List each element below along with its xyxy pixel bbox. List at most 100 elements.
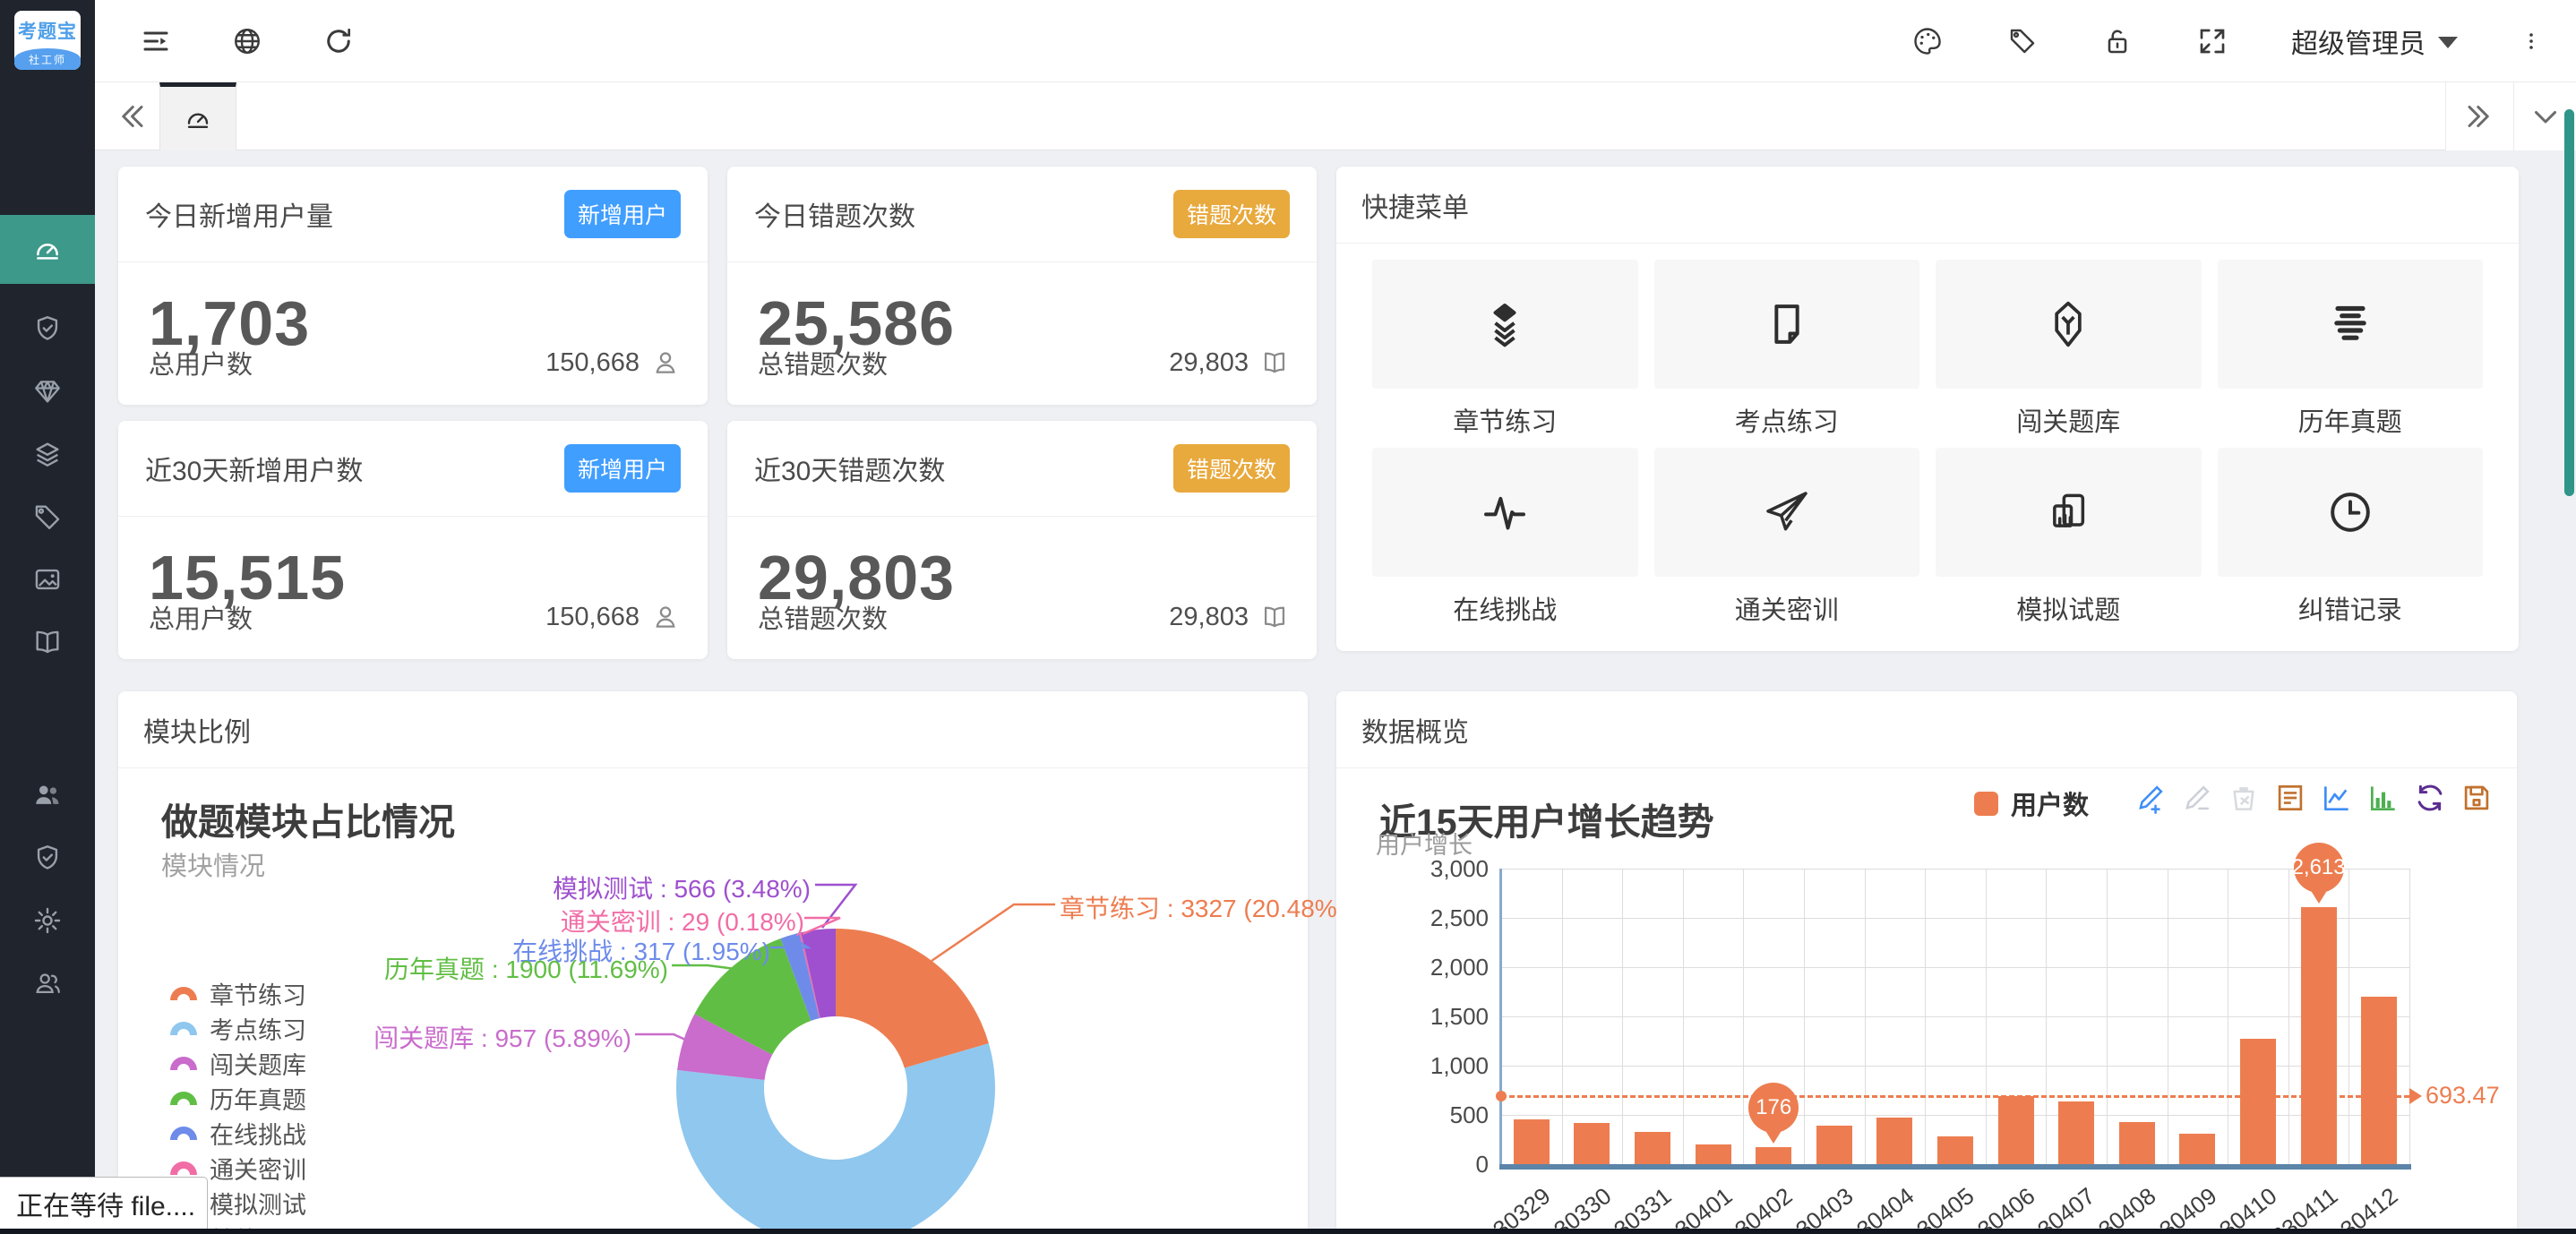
logo-title: 考题宝 bbox=[14, 17, 81, 44]
bar-20230410[interactable] bbox=[2240, 1039, 2276, 1164]
text-lines-icon bbox=[2325, 299, 2375, 349]
bar-20230405[interactable] bbox=[1937, 1136, 1973, 1164]
x-axis-tick-label: 20230329 bbox=[1426, 1182, 1556, 1234]
stat-footer-label: 总用户数 bbox=[149, 598, 253, 636]
globe-icon[interactable] bbox=[231, 25, 263, 57]
book-icon bbox=[32, 627, 63, 657]
quick-menu-grid: 章节练习 考点练习 闯关题库 历年真题 在线挑战 bbox=[1372, 260, 2483, 636]
page-scrollbar-thumb[interactable] bbox=[2564, 109, 2574, 496]
sidebar-item-tag[interactable] bbox=[0, 485, 95, 548]
gem-icon bbox=[32, 376, 63, 407]
quick-item-past-papers[interactable]: 历年真题 bbox=[2218, 260, 2484, 437]
fullscreen-icon[interactable] bbox=[2196, 25, 2228, 57]
bar-20230412[interactable] bbox=[2361, 997, 2397, 1164]
tab-dashboard[interactable] bbox=[159, 82, 236, 150]
sidebar-item-users[interactable] bbox=[0, 764, 95, 827]
y-axis-line bbox=[1499, 869, 1502, 1168]
open-book-icon bbox=[1259, 347, 1290, 378]
tabbar bbox=[95, 82, 2576, 150]
quick-item-point-practice[interactable]: 考点练习 bbox=[1654, 260, 1920, 437]
donut-slice-章节练习[interactable] bbox=[836, 929, 989, 1068]
stat-card-title: 近30天新增用户数 bbox=[145, 449, 363, 488]
tag-icon bbox=[32, 501, 63, 532]
bar-20230408[interactable] bbox=[2119, 1122, 2155, 1164]
bar-20230401[interactable] bbox=[1696, 1144, 1731, 1164]
quick-item-online-challenge[interactable]: 在线挑战 bbox=[1372, 448, 1638, 625]
paper-plane-icon bbox=[1762, 487, 1812, 537]
quick-menu-title: 快捷菜单 bbox=[1336, 167, 2519, 244]
y-gridline bbox=[1501, 869, 2409, 870]
x-gridline bbox=[2409, 869, 2410, 1164]
users-filled-icon bbox=[32, 780, 63, 810]
x-gridline bbox=[2107, 869, 2108, 1164]
y-axis-tick-label: 1,000 bbox=[1381, 1052, 1489, 1080]
collapse-menu-icon[interactable] bbox=[140, 25, 172, 57]
kebab-menu-icon[interactable] bbox=[2520, 25, 2542, 57]
layers-icon bbox=[32, 439, 63, 469]
average-line-arrow bbox=[2409, 1088, 2422, 1104]
bar-chart-plot: 05001,0001,5002,0002,5003,00020230329202… bbox=[1336, 691, 2517, 1234]
bar-20230402[interactable] bbox=[1756, 1147, 1791, 1164]
average-line-dot bbox=[1496, 1091, 1507, 1101]
status-badge: 错题次数 bbox=[1173, 444, 1290, 493]
bar-20230330[interactable] bbox=[1574, 1123, 1610, 1164]
stat-card-today-users: 今日新增用户量 新增用户 1,703 总用户数 150,668 bbox=[118, 167, 708, 405]
bar-20230404[interactable] bbox=[1876, 1118, 1912, 1164]
topbar: 超级管理员 bbox=[95, 0, 2576, 82]
sidebar-item-image[interactable] bbox=[0, 548, 95, 611]
bar-20230329[interactable] bbox=[1514, 1119, 1550, 1164]
sidebar-item-book[interactable] bbox=[0, 611, 95, 673]
stat-footer-label: 总错题次数 bbox=[758, 598, 888, 636]
sidebar-item-settings[interactable] bbox=[0, 889, 95, 952]
cube-icon bbox=[2043, 299, 2093, 349]
chevrons-left-icon[interactable] bbox=[107, 95, 154, 138]
bar-20230409[interactable] bbox=[2179, 1134, 2215, 1164]
sidebar-item-shield-check-2[interactable] bbox=[0, 827, 95, 889]
x-gridline bbox=[1986, 869, 1987, 1164]
sidebar-item-dashboard[interactable] bbox=[0, 215, 95, 284]
quick-item-pass-training[interactable]: 通关密训 bbox=[1654, 448, 1920, 625]
y-axis-tick-label: 500 bbox=[1381, 1101, 1489, 1129]
stat-footer-label: 总错题次数 bbox=[758, 344, 888, 381]
user-menu[interactable]: 超级管理员 bbox=[2291, 21, 2458, 61]
stat-footer: 总错题次数 29,803 bbox=[758, 344, 1290, 381]
status-badge: 新增用户 bbox=[564, 190, 681, 238]
shield-check-icon bbox=[32, 843, 63, 873]
stat-footer-value: 29,803 bbox=[1169, 348, 1249, 378]
y-axis-tick-label: 2,000 bbox=[1381, 954, 1489, 981]
x-gridline bbox=[1743, 869, 1744, 1164]
palette-icon[interactable] bbox=[1911, 25, 1944, 57]
app-logo[interactable]: 考题宝 社工师 bbox=[14, 11, 81, 70]
x-gridline bbox=[1925, 869, 1926, 1164]
tag-icon[interactable] bbox=[2006, 25, 2039, 57]
bar-20230403[interactable] bbox=[1816, 1126, 1852, 1164]
stat-footer-label: 总用户数 bbox=[149, 344, 253, 381]
quick-item-level-bank[interactable]: 闯关题库 bbox=[1936, 260, 2202, 437]
sidebar-item-user-group[interactable] bbox=[0, 952, 95, 1015]
quick-item-mock-exam[interactable]: 模拟试题 bbox=[1936, 448, 2202, 625]
refresh-icon[interactable] bbox=[322, 25, 355, 57]
sidebar-item-gem[interactable] bbox=[0, 360, 95, 423]
quick-item-chapter-practice[interactable]: 章节练习 bbox=[1372, 260, 1638, 437]
clock-icon bbox=[2325, 487, 2375, 537]
y-axis-tick-label: 2,500 bbox=[1381, 904, 1489, 932]
user-group-icon bbox=[32, 968, 63, 998]
quick-menu-card: 快捷菜单 章节练习 考点练习 闯关题库 历年真题 bbox=[1336, 167, 2519, 651]
chevrons-right-icon[interactable] bbox=[2445, 82, 2513, 150]
sidebar: 考题宝 社工师 bbox=[0, 0, 95, 1234]
stat-footer-value: 150,668 bbox=[545, 348, 640, 378]
pulse-icon bbox=[1480, 487, 1530, 537]
image-icon bbox=[32, 564, 63, 595]
sidebar-item-shield-check[interactable] bbox=[0, 297, 95, 360]
quick-item-error-records[interactable]: 纠错记录 bbox=[2218, 448, 2484, 625]
bar-20230407[interactable] bbox=[2058, 1101, 2094, 1164]
sidebar-item-layers[interactable] bbox=[0, 423, 95, 485]
mark-point-min: 176 bbox=[1748, 1083, 1799, 1133]
topbar-right: 超级管理员 bbox=[1911, 21, 2542, 61]
logo-subtitle: 社工师 bbox=[14, 48, 81, 70]
bar-20230331[interactable] bbox=[1635, 1132, 1670, 1164]
bar-20230411[interactable] bbox=[2301, 907, 2337, 1164]
bar-20230406[interactable] bbox=[1998, 1096, 2034, 1164]
lock-icon[interactable] bbox=[2101, 25, 2134, 57]
pie-callout: 历年真题 : 1900 (11.69%) bbox=[384, 950, 668, 986]
